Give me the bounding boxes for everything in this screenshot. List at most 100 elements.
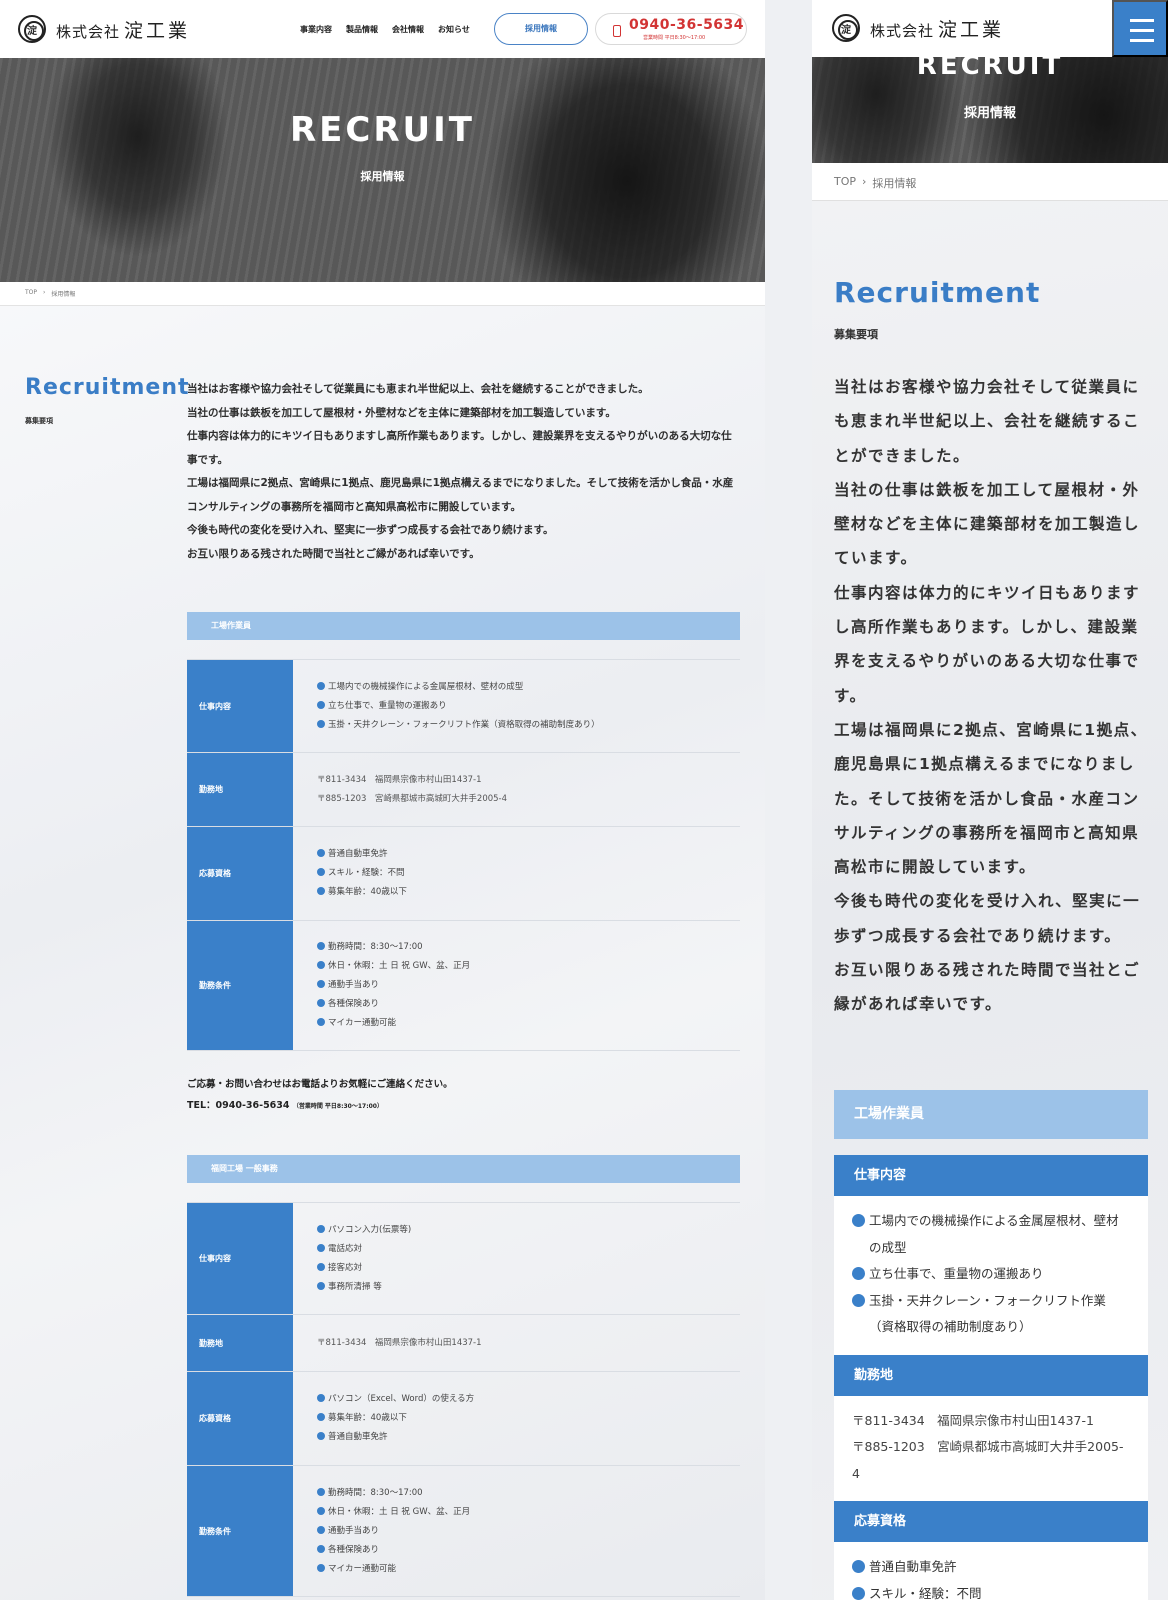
bullet-dot-icon [852,1586,865,1600]
nav-item-company[interactable]: 会社情報 [392,24,424,35]
row-label: 応募資格 [187,1372,293,1465]
bullet-dot-icon [317,1394,325,1402]
row-label: 勤務地 [187,1315,293,1371]
breadcrumb-home[interactable]: TOP [834,175,856,191]
list-item: 各種保険あり [317,1541,740,1560]
site-logo[interactable]: 淀 株式会社 淀工業 [832,14,1004,42]
hero-title: RECRUIT [290,110,475,150]
list-item: 〒811-3434 福岡県宗像市村山田1437-1 [852,1412,1094,1428]
bullet-dot-icon [317,1018,325,1026]
list-item: スキル・経験：不問 [852,1581,1130,1600]
list-item: 通勤手当あり [317,976,740,995]
site-header: 淀 株式会社 淀工業 事業内容 製品情報 会社情報 お知らせ 採用情報 0940-… [0,0,765,58]
intro-paragraph: 当社の仕事は鉄板を加工して屋根材・外壁材などを主体に建築部材を加工製造しています… [834,480,1141,568]
table-row: 仕事内容 工場内での機械操作による金属屋根材、壁材の成型 立ち仕事で、重量物の運… [187,659,740,752]
breadcrumb-home[interactable]: TOP [25,289,37,298]
list-item: 玉掛・天井クレーン・フォークリフト作業（資格取得の補助制度あり） [317,716,740,735]
intro-paragraph: お互い限りある残された時間で当社とご縁があれば幸いです。 [834,961,1141,1014]
row-value: 普通自動車免許 スキル・経験：不問 [834,1542,1148,1600]
recruit-button[interactable]: 採用情報 [494,13,588,45]
hamburger-menu-icon[interactable] [1112,0,1168,57]
list-item: 勤務時間：8:30〜17:00 [317,1484,740,1503]
contact-note: ご応募・お問い合わせはお電話よりお気軽にご連絡ください。 TEL：0940-36… [187,1074,453,1117]
list-item: 〒811-3434 福岡県宗像市村山田1437-1 [317,1337,482,1348]
nav-item-news[interactable]: お知らせ [438,24,470,35]
bullet-dot-icon [852,1293,865,1307]
row-label: 勤務条件 [187,921,293,1050]
nav-item-business[interactable]: 事業内容 [300,24,332,35]
contact-line: ご応募・お問い合わせはお電話よりお気軽にご連絡ください。 [187,1079,453,1090]
list-item: 休日・休暇：土 日 祝 GW、盆、正月 [317,1503,740,1522]
row-label: 仕事内容 [187,660,293,752]
bullet-dot-icon [317,681,325,690]
table-row: 勤務条件 勤務時間：8:30〜17:00 休日・休暇：土 日 祝 GW、盆、正月… [187,1465,740,1597]
list-item: マイカー通勤可能 [317,1560,740,1579]
global-nav: 事業内容 製品情報 会社情報 お知らせ [300,24,470,35]
row-value: 工場内での機械操作による金属屋根材、壁材の成型 立ち仕事で、重量物の運搬あり 玉… [293,660,740,752]
row-label: 応募資格 [187,827,293,920]
intro-paragraph: 当社の仕事は鉄板を加工して屋根材・外壁材などを主体に建築部材を加工製造しています… [187,406,616,419]
table-row: 勤務条件 勤務時間：8:30〜17:00 休日・休暇：土 日 祝 GW、盆、正月… [187,920,740,1051]
intro-paragraph: 当社はお客様や協力会社そして従業員にも恵まれ半世紀以上、会社を継続することができ… [834,378,1141,465]
row-label: 仕事内容 [834,1155,1148,1196]
row-label: 勤務地 [187,753,293,826]
list-item: 普通自動車免許 [317,1428,740,1447]
row-label: 仕事内容 [187,1203,293,1314]
list-item: 立ち仕事で、重量物の運搬あり [317,697,740,716]
list-item: 〒885-1203 宮崎県都城市高城町大井手2005-4 [317,793,508,804]
section-title: Recruitment [834,276,1041,309]
list-item: 募集年齢：40歳以下 [317,1409,740,1428]
list-item: 勤務時間：8:30〜17:00 [317,938,740,957]
bullet-dot-icon [317,849,325,857]
section-subtitle: 募集要項 [25,417,53,425]
section-title: Recruitment [25,375,190,400]
bullet-dot-icon [317,1563,325,1572]
breadcrumb: TOP › 採用情報 [812,163,1168,201]
phone-icon [613,25,621,37]
list-item: 各種保険あり [317,995,740,1014]
hero-subtitle: 採用情報 [360,170,405,183]
row-label: 勤務地 [834,1354,1148,1396]
breadcrumb: TOP › 採用情報 [0,282,765,306]
list-item: 電話応対 [317,1240,740,1259]
breadcrumb-current: 採用情報 [872,177,917,190]
table-row: 仕事内容 パソコン入力(伝票等) 電話応対 接客応対 事務所清掃 等 [187,1202,740,1314]
table-row: 応募資格 パソコン（Excel、Word）の使える方 募集年齢：40歳以下 普通… [187,1371,740,1465]
table-row: 勤務地 〒811-3434 福岡県宗像市村山田1437-1 〒885-1203 … [187,752,740,826]
contact-tel-link[interactable]: TEL：0940-36-5634 [187,1100,290,1111]
nav-item-products[interactable]: 製品情報 [346,24,378,35]
bullet-dot-icon [317,942,325,950]
logo-text: 株式会社 淀工業 [56,19,191,42]
row-value: 普通自動車免許 スキル・経験：不問 募集年齢：40歳以下 [293,827,740,920]
hero-banner: RECRUIT 採用情報 [0,58,765,282]
bullet-dot-icon [852,1214,865,1227]
row-label: 勤務条件 [187,1466,293,1596]
row-value: 〒811-3434 福岡県宗像市村山田1437-1 [293,1315,740,1371]
row-value: 〒811-3434 福岡県宗像市村山田1437-1 〒885-1203 宮崎県都… [834,1395,1148,1501]
hero-title: RECRUIT [916,57,1064,81]
list-item: 普通自動車免許 [852,1554,1130,1581]
row-value: 工場内での機械操作による金属屋根材、壁材の成型 立ち仕事で、重量物の運搬あり 玉… [834,1196,1148,1355]
list-item: 事務所清掃 等 [317,1278,740,1297]
list-item: 休日・休暇：土 日 祝 GW、盆、正月 [317,957,740,976]
job-title-band: 福岡工場 一般事務 [187,1155,740,1183]
list-item: 〒811-3434 福岡県宗像市村山田1437-1 [317,774,482,785]
row-value: 勤務時間：8:30〜17:00 休日・休暇：土 日 祝 GW、盆、正月 通勤手当… [293,1466,740,1596]
mobile-view: 淀 株式会社 淀工業 RECRUIT 採用情報 TOP › 採用情報 Recrui… [812,0,1168,1600]
list-item: 普通自動車免許 [317,845,740,864]
intro-paragraph: 仕事内容は体力的にキツイ日もありますし高所作業もあります。しかし、建設業界を支え… [834,583,1141,705]
site-logo[interactable]: 淀 株式会社 淀工業 [18,15,190,43]
mobile-header: 淀 株式会社 淀工業 [812,0,1168,57]
tel-hours: 営業時間 平日8:30〜17:00 [643,35,706,41]
list-item: 募集年齢：40歳以下 [317,883,740,902]
bullet-dot-icon [317,887,325,895]
list-item: 〒885-1203 宮崎県都城市高城町大井手2005-4 [852,1439,1124,1481]
tel-button[interactable]: 0940-36-5634 営業時間 平日8:30〜17:00 [595,13,747,45]
list-item: スキル・経験：不問 [317,864,740,883]
list-item: パソコン（Excel、Word）の使える方 [317,1390,740,1409]
list-item: 玉掛・天井クレーン・フォークリフト作業（資格取得の補助制度あり） [852,1288,1130,1341]
list-item: 立ち仕事で、重量物の運搬あり [852,1261,1130,1288]
logo-text: 株式会社 淀工業 [870,18,1005,41]
desktop-view: 淀 株式会社 淀工業 事業内容 製品情報 会社情報 お知らせ 採用情報 0940-… [0,0,765,1600]
bullet-dot-icon [317,719,325,728]
